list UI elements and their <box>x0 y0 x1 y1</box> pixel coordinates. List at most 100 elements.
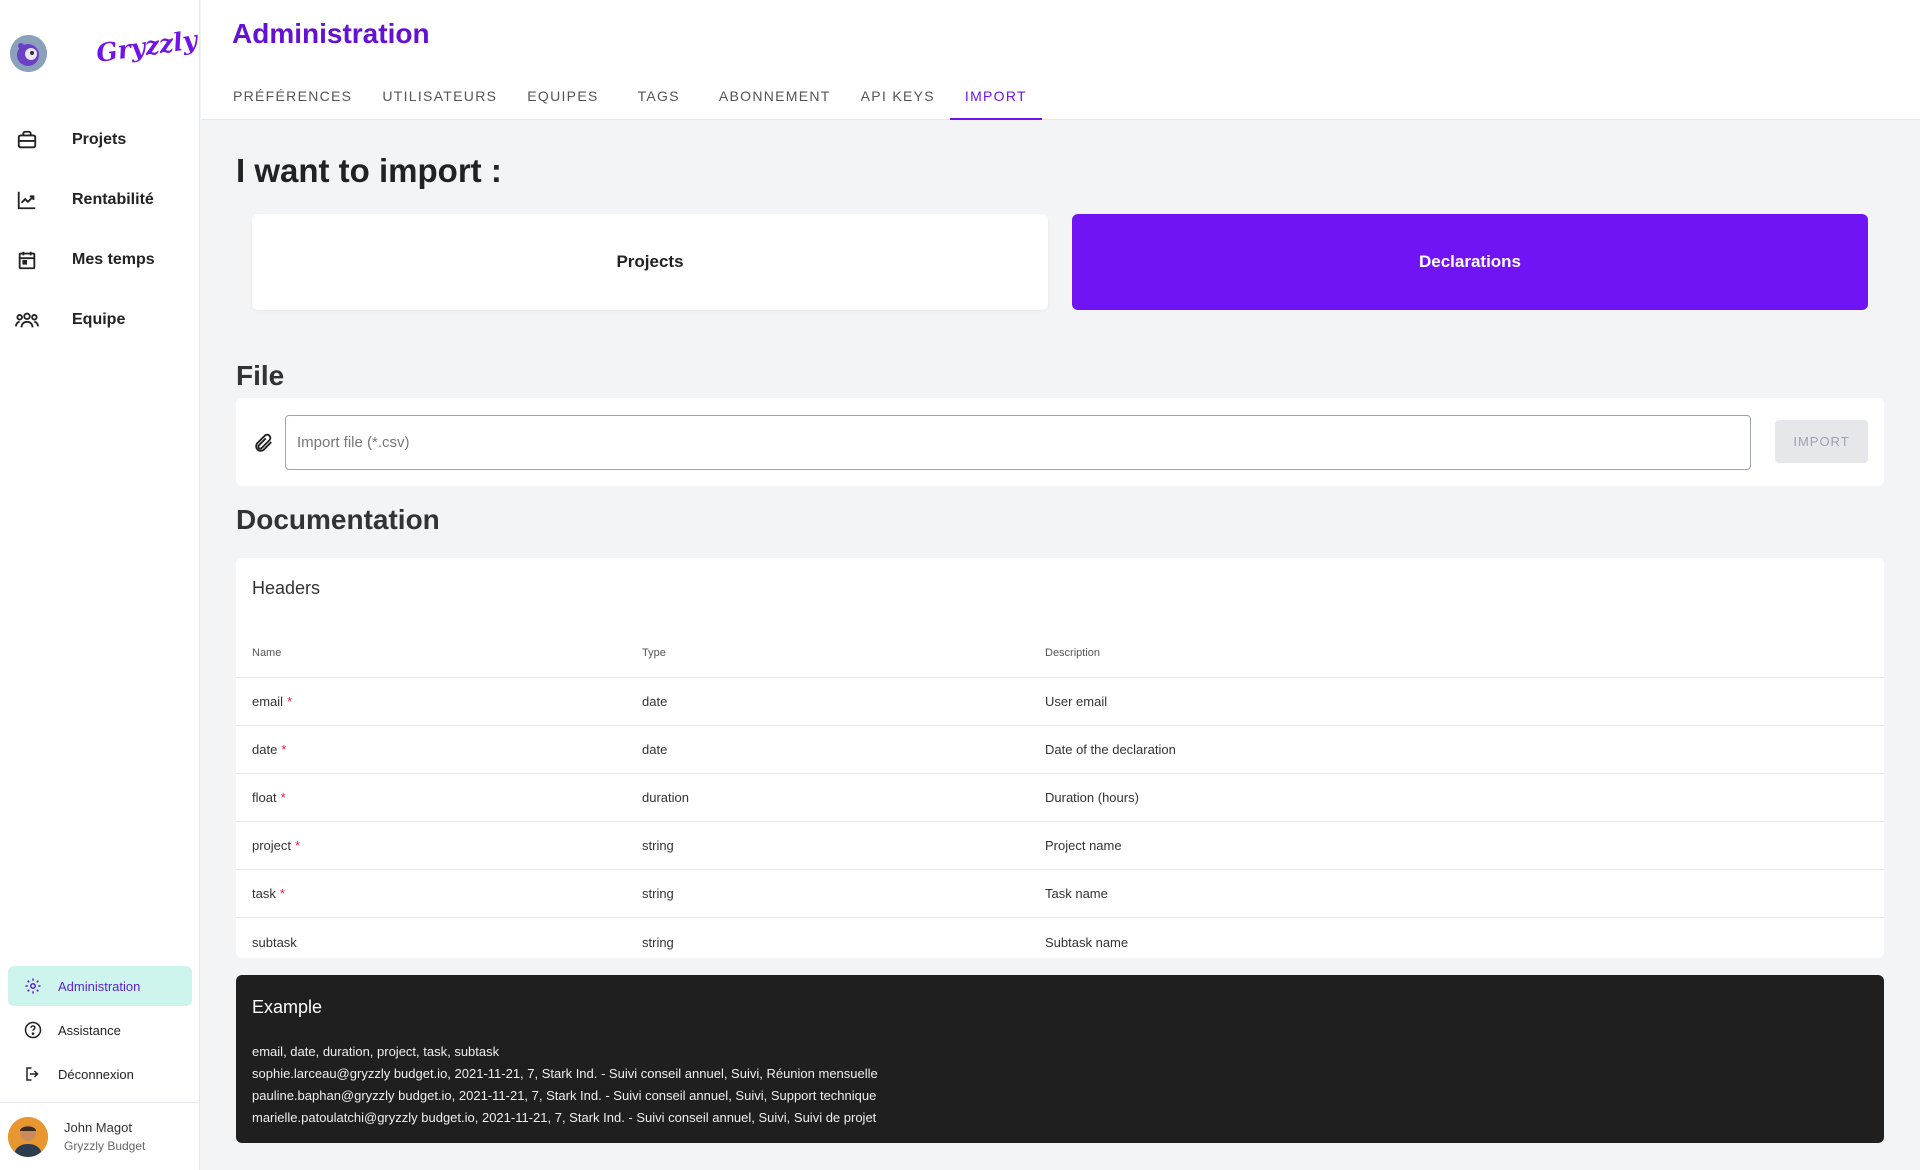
example-line: email, date, duration, project, task, su… <box>252 1044 500 1059</box>
page-title: Administration <box>232 18 430 49</box>
logout-icon <box>22 1063 44 1085</box>
calendar-icon <box>14 247 40 273</box>
brand: Gryzzly <box>0 0 200 110</box>
tab-tags[interactable]: TAGS <box>614 74 704 120</box>
nav-label: Rentabilité <box>72 191 154 208</box>
file-heading: File <box>236 360 285 391</box>
user-org: Gryzzly Budget <box>64 1139 146 1153</box>
table-row: project * string Project name <box>236 822 1884 870</box>
column-header-description: Description <box>1045 646 1101 659</box>
example-lines: email, date, duration, project, task, su… <box>252 1041 878 1129</box>
cell-description: Subtask name <box>1045 934 1129 950</box>
field-name: subtask <box>252 934 297 950</box>
file-upload-card: IMPORT <box>236 398 1884 486</box>
tab-preferences[interactable]: PRÉFÉRENCES <box>218 74 367 120</box>
cell-type: date <box>642 694 668 709</box>
example-line: pauline.baphan@gryzzly budget.io, 2021-1… <box>252 1088 877 1103</box>
trending-up-icon <box>14 187 40 213</box>
example-line: sophie.larceau@gryzzly budget.io, 2021-1… <box>252 1066 878 1081</box>
column-header-type: Type <box>642 646 666 659</box>
nav-item-equipe[interactable]: Equipe <box>0 290 200 350</box>
table-header: Name Type Description <box>236 628 1884 678</box>
headers-card: Headers Name Type Description email * dat… <box>236 558 1884 958</box>
cell-type: string <box>642 934 674 950</box>
nav-label: Administration <box>58 978 141 994</box>
sidebar: Gryzzly Projets Rentabilité Mes temps Eq… <box>0 0 200 1170</box>
cell-description: Duration (hours) <box>1045 790 1139 805</box>
cell-name: subtask <box>236 935 642 950</box>
headers-title: Headers <box>252 578 321 598</box>
cell-description: Project name <box>1045 838 1122 853</box>
field-name: email <box>252 694 284 709</box>
nav-item-projets[interactable]: Projets <box>0 110 200 170</box>
bottom-nav: Administration Assistance Déconnexion <box>0 966 200 1098</box>
required-marker: * <box>280 790 286 805</box>
example-block: Example email, date, duration, project, … <box>236 975 1884 1143</box>
headers-table: Name Type Description email * date User e… <box>236 628 1884 966</box>
cell-type: string <box>642 886 674 901</box>
gear-icon <box>22 975 44 997</box>
cell-name: task * <box>236 886 642 901</box>
tab-api-keys[interactable]: API KEYS <box>846 74 950 120</box>
user-name: John Magot <box>64 1120 132 1135</box>
tab-import[interactable]: IMPORT <box>949 74 1042 120</box>
paperclip-icon[interactable] <box>252 432 274 454</box>
cell-type: string <box>642 838 674 853</box>
nav-label: Déconnexion <box>58 1066 134 1082</box>
nav-label: Mes temps <box>72 251 155 268</box>
table-row: float * duration Duration (hours) <box>236 774 1884 822</box>
cell-type: date <box>642 742 668 757</box>
nav-label: Projets <box>72 131 127 148</box>
bear-mascot-icon[interactable] <box>10 35 47 72</box>
cell-name: email * <box>236 694 642 709</box>
nav-item-mes-temps[interactable]: Mes temps <box>0 230 200 290</box>
required-marker: * <box>287 694 293 709</box>
required-marker: * <box>281 742 287 757</box>
required-marker: * <box>295 838 301 853</box>
cell-description: Task name <box>1045 886 1108 901</box>
field-name: date <box>252 742 278 757</box>
cell-description: Date of the declaration <box>1045 742 1176 757</box>
table-row: task * string Task name <box>236 870 1884 918</box>
nav-item-deconnexion[interactable]: Déconnexion <box>8 1054 192 1094</box>
tab-abonnement[interactable]: ABONNEMENT <box>704 74 846 120</box>
briefcase-icon <box>14 127 40 153</box>
import-file-input[interactable] <box>285 415 1751 470</box>
nav-label: Assistance <box>58 1022 121 1038</box>
nav-item-assistance[interactable]: Assistance <box>8 1010 192 1050</box>
import-type-declarations-button[interactable]: Declarations <box>1072 214 1868 310</box>
cell-name: project * <box>236 838 642 853</box>
user-profile[interactable]: John Magot Gryzzly Budget <box>0 1102 200 1170</box>
user-info: John Magot Gryzzly Budget <box>64 1120 145 1153</box>
cell-type: duration <box>642 790 689 805</box>
example-title: Example <box>252 997 323 1017</box>
app-logo[interactable]: Gryzzly <box>94 25 199 68</box>
table-row: email * date User email <box>236 678 1884 726</box>
cell-name: float * <box>236 790 642 805</box>
column-header-name: Name <box>252 646 282 659</box>
tab-utilisateurs[interactable]: UTILISATEURS <box>367 74 512 120</box>
table-row: date * date Date of the declaration <box>236 726 1884 774</box>
import-button[interactable]: IMPORT <box>1775 420 1868 463</box>
main-nav: Projets Rentabilité Mes temps Equipe <box>0 110 200 350</box>
field-name: project <box>252 838 292 853</box>
users-icon <box>14 307 40 333</box>
import-heading: I want to import : <box>236 152 502 189</box>
nav-item-rentabilite[interactable]: Rentabilité <box>0 170 200 230</box>
admin-tabs: PRÉFÉRENCES UTILISATEURS EQUIPES TAGS AB… <box>218 74 1042 120</box>
table-row: subtask string Subtask name <box>236 918 1884 966</box>
field-name: float <box>252 790 277 805</box>
required-marker: * <box>279 886 285 901</box>
avatar <box>8 1116 48 1157</box>
example-line: marielle.patoulatchi@gryzzly budget.io, … <box>252 1110 877 1125</box>
field-name: task <box>252 886 276 901</box>
nav-label: Equipe <box>72 311 126 328</box>
import-type-projects-button[interactable]: Projects <box>252 214 1048 310</box>
cell-name: date * <box>236 742 642 757</box>
cell-description: User email <box>1045 694 1108 709</box>
page-header: Administration PRÉFÉRENCES UTILISATEURS … <box>201 0 1920 120</box>
documentation-heading: Documentation <box>236 504 440 535</box>
nav-item-administration[interactable]: Administration <box>8 966 192 1006</box>
help-circle-icon <box>22 1019 44 1041</box>
tab-equipes[interactable]: EQUIPES <box>512 74 613 120</box>
